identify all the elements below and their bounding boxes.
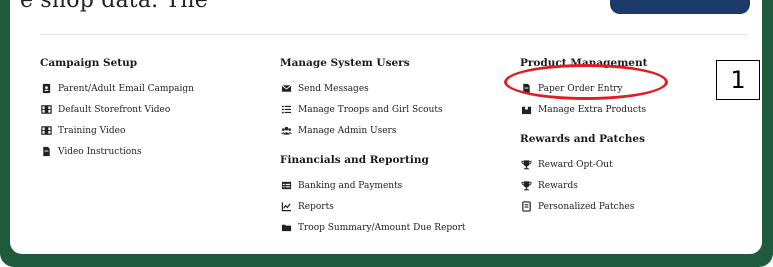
menu-item-label: Reward Opt-Out [538,159,613,170]
menu-item-personalized-patches[interactable]: Personalized Patches [520,196,647,217]
divider [40,34,748,35]
menu-item-banking-payments[interactable]: Banking and Payments [280,175,466,196]
partial-header-text: e shop data. The [20,0,208,13]
menu-item-label: Parent/Adult Email Campaign [58,83,194,94]
menu-item-reports[interactable]: Reports [280,196,466,217]
section-title-manage-system-users: Manage System Users [280,57,410,69]
envelope-icon [280,83,292,95]
section-title-financials: Financials and Reporting [280,154,429,166]
menu-item-parent-email-campaign[interactable]: Parent/Adult Email Campaign [40,78,194,99]
users-icon [280,125,292,137]
menu-item-label: Video Instructions [58,146,142,157]
menu-item-rewards[interactable]: Rewards [520,175,647,196]
menu-item-label: Training Video [58,125,126,136]
table-icon [280,180,292,192]
trophy-icon [520,159,532,171]
badge-icon [520,201,532,213]
menu-item-training-video[interactable]: Training Video [40,120,194,141]
menu-item-manage-extra-products[interactable]: Manage Extra Products [520,99,647,120]
list-icon [280,104,292,116]
chart-icon [280,201,292,213]
highlight-circle [504,64,668,100]
folder-icon [280,222,292,234]
menu-item-troop-summary[interactable]: Troop Summary/Amount Due Report [280,217,466,238]
menu-item-manage-admin-users[interactable]: Manage Admin Users [280,120,466,141]
menu-item-label: Troop Summary/Amount Due Report [298,222,466,233]
menu-item-manage-troops[interactable]: Manage Troops and Girl Scouts [280,99,466,120]
trophy-icon [520,180,532,192]
menu-item-label: Rewards [538,180,578,191]
file-icon [40,146,52,158]
menu-item-label: Send Messages [298,83,369,94]
menu-item-label: Manage Admin Users [298,125,397,136]
menu-item-reward-opt-out[interactable]: Reward Opt-Out [520,154,647,175]
menu-item-send-messages[interactable]: Send Messages [280,78,466,99]
film-icon [40,104,52,116]
menu-item-label: Manage Extra Products [538,104,647,115]
column-system-users: Manage System Users Send Messages Manage… [280,56,466,238]
menu-item-label: Reports [298,201,334,212]
section-title-rewards-patches: Rewards and Patches [520,133,646,145]
menu-item-video-instructions[interactable]: Video Instructions [40,141,194,162]
menu-item-label: Banking and Payments [298,180,403,191]
menu-item-label: Personalized Patches [538,201,635,212]
menu-item-default-storefront-video[interactable]: Default Storefront Video [40,99,194,120]
id-card-icon [40,83,52,95]
column-campaign: Campaign Setup Parent/Adult Email Campai… [40,56,194,162]
top-action-button[interactable] [610,0,750,14]
box-icon [520,104,532,116]
annotation-number-box: 1 [716,60,760,100]
film-icon [40,125,52,137]
menu-item-label: Manage Troops and Girl Scouts [298,104,443,115]
dashboard-panel: e shop data. The Campaign Setup Parent/A… [10,0,762,254]
menu-item-label: Default Storefront Video [58,104,171,115]
section-title-campaign-setup: Campaign Setup [40,57,138,69]
